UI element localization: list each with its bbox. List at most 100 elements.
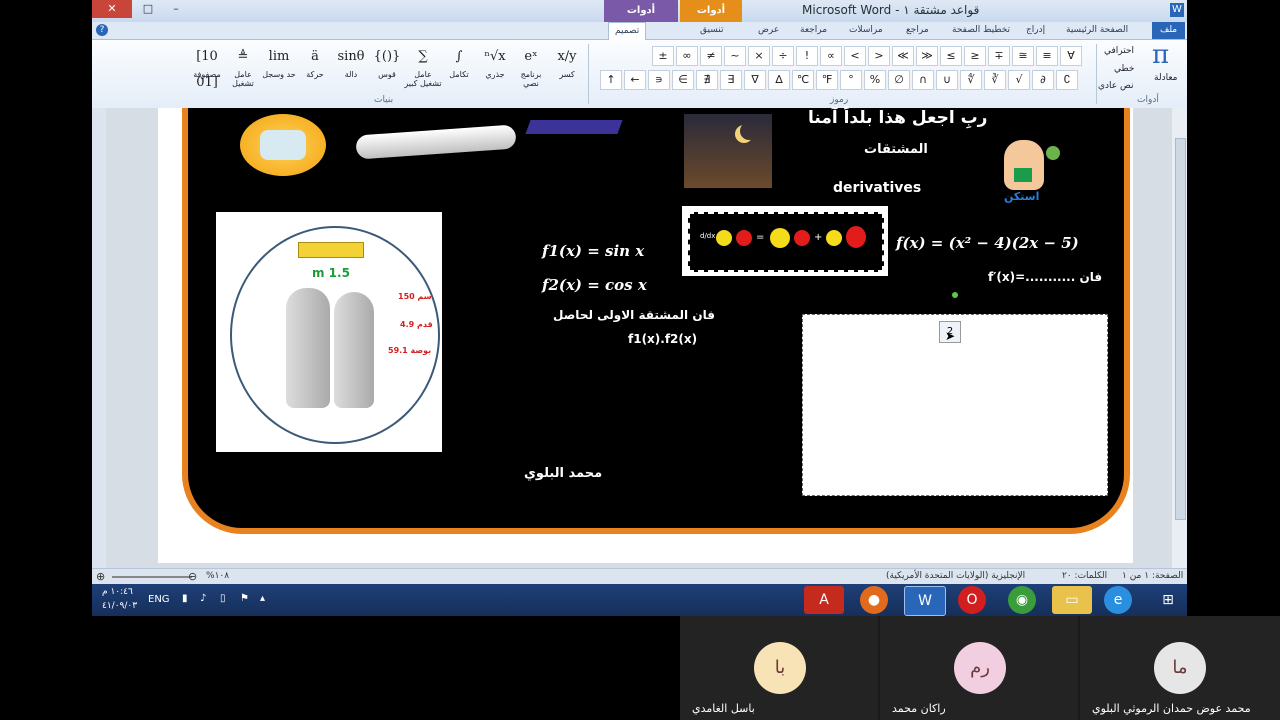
equation-textbox[interactable]: 2 ➤ [802,314,1108,496]
word-count[interactable]: الكلمات: ٢٠ [1062,571,1107,581]
participant-tile[interactable]: با باسل الغامدي [680,616,878,720]
plus-symbol: + [814,232,823,243]
structure-button[interactable]: sinθ دالة [332,44,370,79]
symbol-button[interactable]: ∓ [988,46,1010,66]
symbol-button[interactable]: ° [840,70,862,90]
explorer-taskbar-icon[interactable]: ▭ [1052,586,1092,614]
symbol-button[interactable]: ∂ [1032,70,1054,90]
symbol-button[interactable]: > [868,46,890,66]
opera-taskbar-icon[interactable]: O [958,586,986,614]
symbol-button[interactable]: ∁ [1056,70,1078,90]
symbol-button[interactable]: ∄ [696,70,718,90]
symbol-button[interactable]: ≠ [700,46,722,66]
ie-taskbar-icon[interactable]: e [1104,586,1132,614]
tab-layout[interactable]: تخطيط الصفحة [952,22,1010,39]
symbol-button[interactable]: ∝ [820,46,842,66]
symbol-button[interactable]: ∛ [984,70,1006,90]
symbol-button[interactable]: ± [652,46,674,66]
symbol-button[interactable]: ℉ [816,70,838,90]
zoom-level[interactable]: %١٠٨ [206,571,229,581]
tab-file[interactable]: ملف [1152,22,1186,39]
close-window-button[interactable]: ✕ [92,0,132,18]
linear-button[interactable]: خطي [1114,64,1134,74]
symbol-button[interactable]: ≫ [916,46,938,66]
symbol-button[interactable]: ∜ [960,70,982,90]
structure-button[interactable]: ∫ تكامل [440,44,478,79]
symbol-button[interactable]: < [844,46,866,66]
symbol-button[interactable]: ∇ [744,70,766,90]
clock-time[interactable]: ١٠:٤٦ م [102,587,133,597]
page-count[interactable]: الصفحة: ١ من ١ [1122,571,1183,581]
pi-equation-icon[interactable]: π [1152,40,1169,70]
structure-button[interactable]: {()} قوس [368,44,406,79]
structure-button[interactable]: ∑ عامل تشغيل كبير [404,44,442,88]
structure-button[interactable]: x/y كسر [548,44,586,79]
tab-home[interactable]: الصفحة الرئيسية [1066,22,1128,39]
structure-button[interactable]: [10 01] مصفوفة [188,44,226,90]
symbol-button[interactable]: ∍ [648,70,670,90]
symbol-button[interactable]: ↑ [600,70,622,90]
structure-button[interactable]: eˣ برنامج نصي [512,44,550,88]
network-icon[interactable]: ▮ [182,593,188,604]
symbol-button[interactable]: ∩ [912,70,934,90]
symbol-button[interactable]: ≅ [1012,46,1034,66]
flag-icon[interactable]: ⚑ [240,593,249,604]
structure-button[interactable]: ä حركة [296,44,334,79]
chrome-taskbar-icon[interactable]: ◉ [1008,586,1036,614]
symbol-button[interactable]: ≥ [964,46,986,66]
structure-button[interactable]: ⁿ√x جذري [476,44,514,79]
face-mask-icon [260,130,306,160]
symbol-button[interactable]: ∀ [1060,46,1082,66]
zoom-slider[interactable] [112,576,192,578]
zoom-out-button[interactable]: ⊖ [188,570,197,583]
professional-button[interactable]: احترافي [1104,46,1134,56]
symbol-button[interactable]: ℃ [792,70,814,90]
symbol-button[interactable]: ∪ [936,70,958,90]
tab-insert[interactable]: إدراج [1026,22,1045,39]
volume-icon[interactable]: ♪ [200,593,206,604]
equation-button-label[interactable]: معادلة [1154,73,1177,83]
tab-review[interactable]: مراجعة [800,22,827,39]
minimize-button[interactable]: – [162,0,190,18]
symbol-button[interactable]: ∆ [768,70,790,90]
rotate-handle[interactable] [952,292,958,298]
structure-button[interactable]: ≜ عامل تشغيل [224,44,262,88]
help-icon[interactable]: ? [96,24,108,36]
clock-date[interactable]: ٤١/٠٩/٠٣ [102,601,137,611]
symbol-button[interactable]: ∃ [720,70,742,90]
language-indicator[interactable]: ENG [148,594,170,605]
symbol-button[interactable]: ∈ [672,70,694,90]
participant-tile[interactable]: رم راكان محمد [880,616,1078,720]
windows-start-icon[interactable]: ⊞ [1148,586,1187,614]
word-taskbar-icon[interactable]: W [904,586,946,616]
vertical-scrollbar[interactable] [1172,108,1187,570]
symbol-button[interactable]: ≪ [892,46,914,66]
symbol-button[interactable]: ← [624,70,646,90]
normal-text-button[interactable]: نص عادي [1098,81,1134,91]
structure-button[interactable]: lim حد وسجل [260,44,298,79]
tab-view[interactable]: عرض [758,22,779,39]
symbol-button[interactable]: ∞ [676,46,698,66]
tab-design[interactable]: تصميم [608,22,647,40]
tray-expand-icon[interactable]: ▴ [260,593,265,604]
zoom-in-button[interactable]: ⊕ [96,570,105,583]
battery-icon[interactable]: ▯ [220,593,226,604]
symbol-button[interactable]: ≡ [1036,46,1058,66]
symbol-button[interactable]: ~ [724,46,746,66]
tab-references[interactable]: مراجع [906,22,929,39]
symbol-button[interactable]: % [864,70,886,90]
symbol-button[interactable]: ∅ [888,70,910,90]
symbol-button[interactable]: ! [796,46,818,66]
tab-mailings[interactable]: مراسلات [849,22,883,39]
maximize-button[interactable]: □ [134,0,162,18]
language-status[interactable]: الإنجليزية (الولايات المتحدة الأمريكية) [886,571,1025,581]
symbol-button[interactable]: ≤ [940,46,962,66]
symbol-button[interactable]: ÷ [772,46,794,66]
acrobat-taskbar-icon[interactable]: A [804,586,844,614]
tab-format[interactable]: تنسيق [700,22,723,39]
scroll-thumb[interactable] [1175,138,1186,520]
symbol-button[interactable]: √ [1008,70,1030,90]
participant-tile[interactable]: ما محمد عوض حمدان الرموثي البلوي [1080,616,1280,720]
symbol-button[interactable]: × [748,46,770,66]
firefox-taskbar-icon[interactable]: ● [860,586,888,614]
